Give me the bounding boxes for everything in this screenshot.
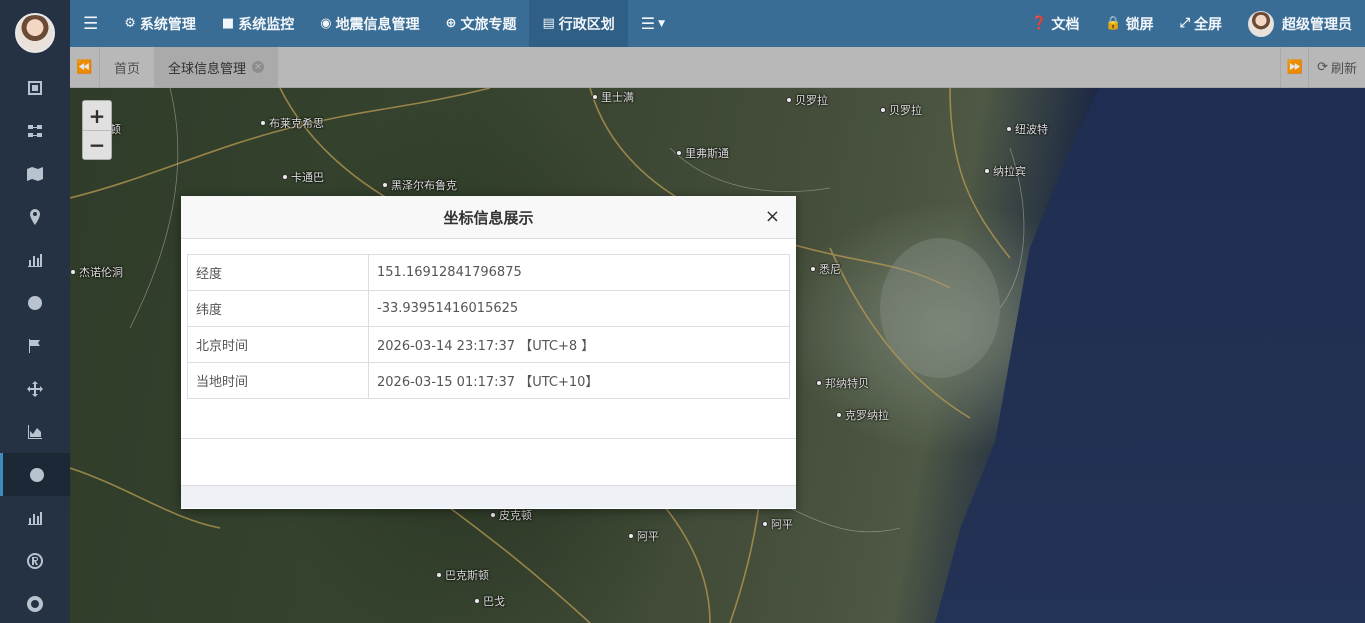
sidebar-avatar-wrap [0,0,70,66]
list-icon: ☰ [640,14,656,33]
row-value: -33.93951416015625 [368,290,790,327]
nav-label: 地震信息管理 [335,16,420,33]
coordinate-table: 经度 151.16912841796875 纬度 -33.93951416015… [187,254,790,399]
bank-icon: ▤ [542,16,555,31]
nav-label: 系统管理 [139,16,196,33]
lifebuoy-icon: ⊕ [445,16,457,31]
sidebar-item-11[interactable] [0,496,70,539]
row-value: 2026-03-14 23:17:37 【UTC+8 】 [368,326,790,363]
table-row: 纬度 -33.93951416015625 [187,290,790,327]
modal-body: 经度 151.16912841796875 纬度 -33.93951416015… [181,239,796,439]
lock-icon: 🔒 [1105,16,1122,31]
move-icon [27,380,43,397]
user-menu[interactable]: 超级管理员 [1235,0,1365,47]
sidebar-item-10[interactable] [0,453,70,496]
top-navbar: ☰ ⚙ 系统管理 ■ 系统监控 ◉ 地震信息管理 ⊕ 文旅专题 ▤ 行政区划 ☰… [70,0,1365,47]
modal-bottom-bar [181,486,796,508]
lock-screen-button[interactable]: 🔒 锁屏 [1092,0,1166,47]
row-label: 北京时间 [187,326,369,363]
gear-icon: ⚙ [124,16,136,31]
nav-item-system-management[interactable]: ⚙ 系统管理 [111,0,209,47]
bar-chart-icon [28,511,42,525]
docs-label: 文档 [1051,16,1080,33]
lock-label: 锁屏 [1125,16,1154,33]
map-pin-icon: ◉ [320,16,332,31]
flag-icon [29,338,40,353]
question-circle-icon: ❓ [1031,16,1048,31]
nav-label: 行政区划 [558,16,615,33]
area-chart-icon [28,424,42,439]
caret-down-icon: ▼ [658,18,666,29]
nav-item-system-monitor[interactable]: ■ 系统监控 [209,0,307,47]
table-row: 北京时间 2026-03-14 23:17:37 【UTC+8 】 [187,326,790,363]
menu-toggle-button[interactable]: ☰ [70,0,111,47]
globe-icon [29,467,44,482]
modal-footer [181,439,796,486]
docs-button[interactable]: ❓ 文档 [1018,0,1092,47]
video-camera-icon: ■ [221,16,235,31]
sidebar-item-3[interactable] [0,152,70,195]
table-row: 经度 151.16912841796875 [187,254,790,291]
sidebar-item-1[interactable] [0,66,70,109]
nodes-icon [28,124,42,137]
row-label: 纬度 [187,290,369,327]
sidebar-item-4[interactable] [0,195,70,238]
modal-title: 坐标信息展示 [443,208,534,227]
lifebuoy-icon [27,595,43,612]
avatar [1248,10,1274,37]
row-value: 2026-03-15 01:17:37 【UTC+10】 [368,362,790,399]
table-row: 当地时间 2026-03-15 01:17:37 【UTC+10】 [187,362,790,399]
avatar[interactable] [15,13,55,53]
sidebar-item-9[interactable] [0,410,70,453]
sidebar [0,0,70,623]
fullscreen-button[interactable]: ⤢ 全屏 [1167,0,1235,47]
nav-label: 系统监控 [238,16,295,33]
nav-item-administrative-division[interactable]: ▤ 行政区划 [529,0,628,47]
globe-icon [28,295,42,310]
expand-icon: ⤢ [1179,16,1190,31]
user-name: 超级管理员 [1282,16,1352,33]
nav-item-earthquake-info[interactable]: ◉ 地震信息管理 [307,0,432,47]
sidebar-item-7[interactable] [0,324,70,367]
map-icon [27,166,43,181]
registered-icon [27,552,43,569]
map-marker-icon [30,208,40,225]
modal-header: 坐标信息展示 × [181,196,796,239]
row-value: 151.16912841796875 [368,254,790,291]
sidebar-item-12[interactable] [0,539,70,582]
sidebar-item-13[interactable] [0,582,70,623]
row-label: 当地时间 [187,362,369,399]
nav-more-dropdown[interactable]: ☰ ▼ [628,0,678,47]
sidebar-item-6[interactable] [0,281,70,324]
coordinate-info-modal: 坐标信息展示 × 经度 151.16912841796875 纬度 -33.93… [181,196,796,509]
nav-label: 文旅专题 [460,16,517,33]
sidebar-item-8[interactable] [0,367,70,410]
sidebar-item-2[interactable] [0,109,70,152]
nav-item-culture-tourism[interactable]: ⊕ 文旅专题 [433,0,530,47]
fullscreen-label: 全屏 [1194,16,1222,33]
frame-icon [28,80,42,95]
sidebar-item-5[interactable] [0,238,70,281]
modal-close-button[interactable]: × [765,208,780,226]
hamburger-icon: ☰ [83,13,99,34]
bar-chart-icon [28,253,42,267]
row-label: 经度 [187,254,369,291]
